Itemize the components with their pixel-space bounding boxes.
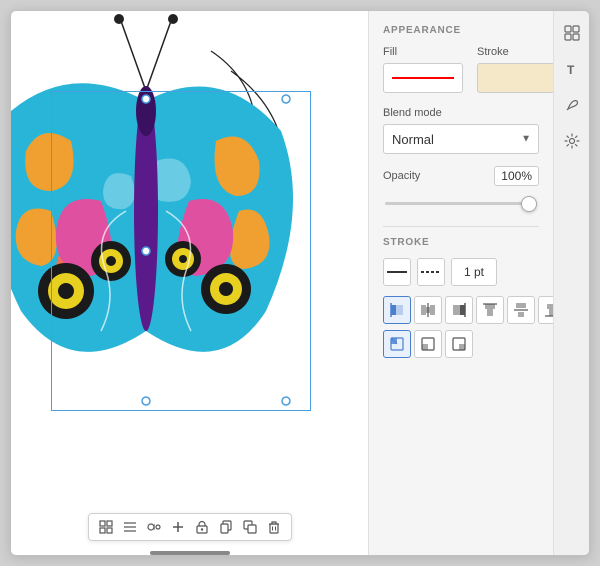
corner-align-grid [383,330,539,358]
opacity-slider-container [383,192,539,210]
side-text-icon[interactable]: T [558,55,586,83]
corner-bl-btn[interactable] [414,330,442,358]
side-icon-bar: T [553,11,589,555]
blend-mode-label: Blend mode [383,107,539,119]
align-outer-right-btn[interactable] [445,296,473,324]
bottom-toolbar [88,513,292,541]
fill-group: Fill [383,46,463,93]
align-top-btn[interactable] [476,296,504,324]
opacity-label: Opacity [383,170,420,182]
stroke-group: Stroke [477,46,553,93]
toolbar-delete-icon[interactable] [265,518,283,536]
blend-mode-row: Blend mode Normal Multiply Screen Overla… [383,107,539,154]
section-divider [383,226,539,227]
corner-tl-btn[interactable] [383,330,411,358]
stroke-section-title: STROKE [383,237,539,248]
app-window: APPEARANCE Fill Stroke Blend m [10,10,590,556]
toolbar-add-icon[interactable] [169,518,187,536]
opacity-value[interactable]: 100% [494,166,539,186]
blend-mode-wrapper: Normal Multiply Screen Overlay Darken Li… [383,124,539,154]
opacity-slider[interactable] [385,202,537,205]
align-bottom-btn[interactable] [538,296,553,324]
appearance-section-title: APPEARANCE [383,25,539,36]
canvas-area [11,11,369,555]
blend-mode-select[interactable]: Normal Multiply Screen Overlay Darken Li… [383,124,539,154]
fill-swatch-line [392,77,454,79]
side-grid-icon[interactable] [558,19,586,47]
fill-swatch[interactable] [383,63,463,93]
toolbar-copy-icon[interactable] [217,518,235,536]
properties-panel: APPEARANCE Fill Stroke Blend m [369,11,553,555]
butterfly-illustration [11,11,311,501]
canvas-content [11,11,368,555]
toolbar-distribute-icon[interactable] [145,518,163,536]
canvas-scrollbar[interactable] [150,551,230,555]
align-inner-left-btn[interactable] [383,296,411,324]
fill-label: Fill [383,46,463,58]
align-center-h-btn[interactable] [414,296,442,324]
corner-br-btn[interactable] [445,330,473,358]
opacity-row: Opacity 100% [383,166,539,186]
stroke-weight-input[interactable] [451,258,497,286]
stroke-align-grid [383,296,539,324]
toolbar-align-icon[interactable] [121,518,139,536]
right-panel: APPEARANCE Fill Stroke Blend m [369,11,589,555]
toolbar-transform-icon[interactable] [97,518,115,536]
toolbar-lock-icon[interactable] [193,518,211,536]
stroke-label: Stroke [477,46,553,58]
side-pen-icon[interactable] [558,91,586,119]
svg-text:T: T [567,63,575,77]
stroke-solid-btn[interactable] [383,258,411,286]
side-settings-icon[interactable] [558,127,586,155]
fill-stroke-row: Fill Stroke [383,46,539,93]
stroke-swatch[interactable] [477,63,553,93]
align-center-v-btn[interactable] [507,296,535,324]
stroke-line-row [383,258,539,286]
stroke-dashed-btn[interactable] [417,258,445,286]
toolbar-arrange-icon[interactable] [241,518,259,536]
